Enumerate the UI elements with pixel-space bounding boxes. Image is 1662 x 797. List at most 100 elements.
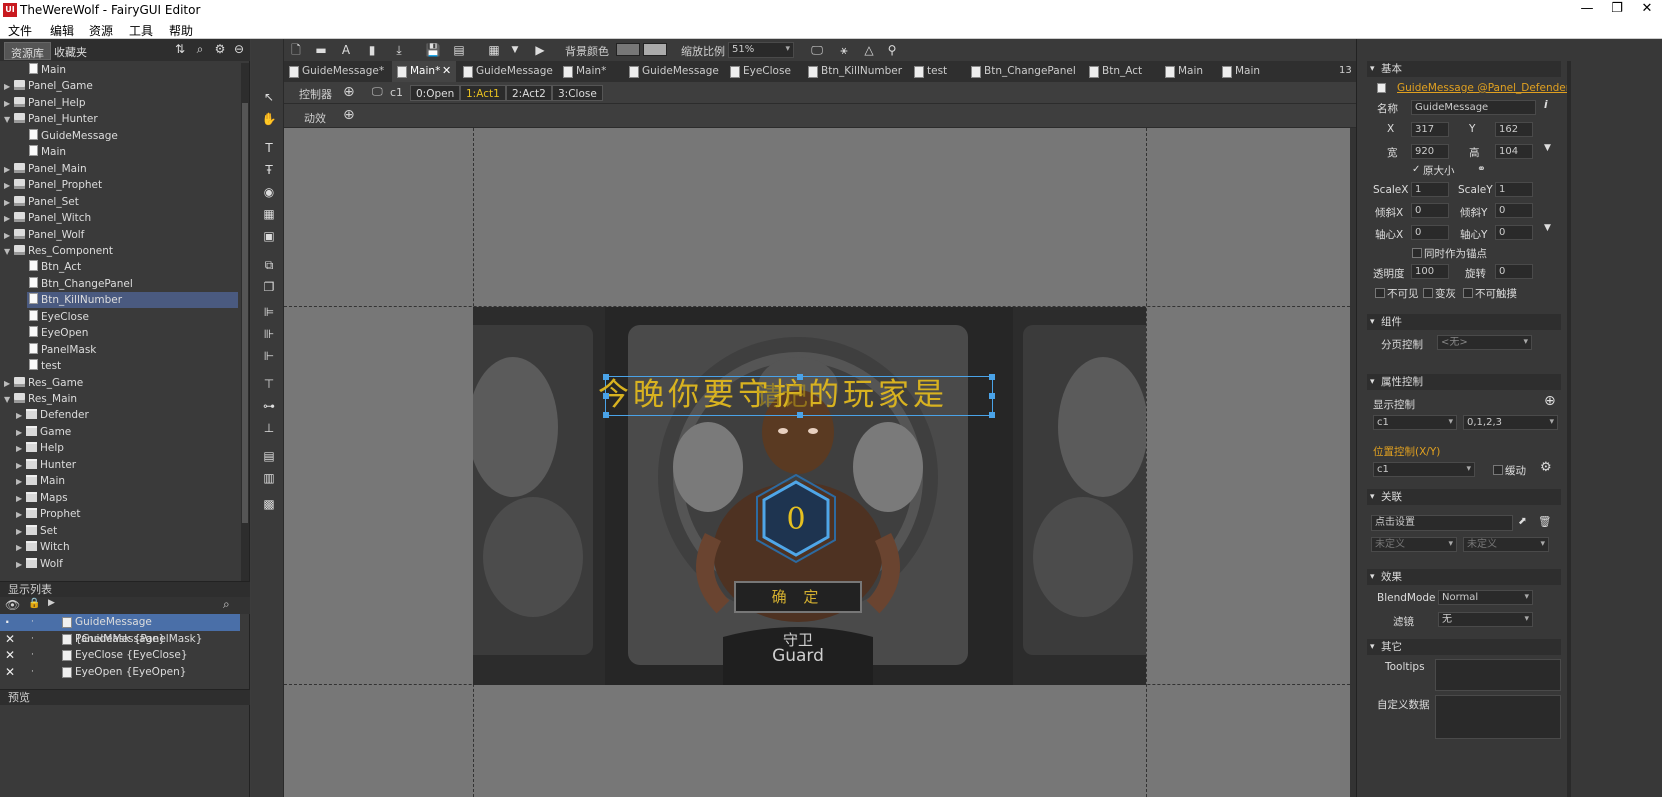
tree-item-component[interactable]: Btn_Act (27, 259, 238, 275)
tree-item-folder[interactable]: ▶ Set (16, 523, 238, 539)
close-window-icon[interactable]: ✕ (1632, 1, 1662, 16)
editor-canvas[interactable]: 0 确 定 守卫 Guard 今晚你要守护的玩家是 请记 (284, 128, 1350, 797)
refresh-icon[interactable]: ⇅ (173, 42, 187, 56)
tree-item-package[interactable]: ▶ Panel_Main (4, 161, 238, 177)
name-field[interactable]: GuideMessage (1411, 100, 1536, 115)
tab-overflow-count[interactable]: 13 (1339, 65, 1352, 76)
tree-item-package[interactable]: ▶ Panel_Prophet (4, 177, 238, 193)
menu-help[interactable]: 帮助 (169, 22, 193, 39)
visibility-toggle[interactable]: ✕ (5, 664, 17, 681)
expand-arrow-icon[interactable]: ▶ (16, 491, 26, 507)
doc-tab[interactable]: GuideMessage (458, 61, 553, 82)
save-icon[interactable]: 💾 (425, 42, 441, 58)
section-gear[interactable]: 属性控制 (1367, 374, 1561, 390)
hand-tool-icon[interactable]: ✋ (261, 111, 277, 127)
display-list-item[interactable]: · · GuideMessage {GuideMessage} (0, 614, 240, 645)
tab-favorites[interactable]: 收藏夹 (48, 42, 93, 60)
section-component[interactable]: 组件 (1367, 314, 1561, 330)
bg-color-swatch-1[interactable] (616, 43, 640, 56)
link-icon[interactable]: ⚭ (1477, 163, 1486, 175)
same-width-icon[interactable]: ▤ (261, 448, 277, 464)
doc-tab[interactable]: Main (1217, 61, 1267, 82)
add-gear-icon[interactable]: ⊕ (1544, 393, 1556, 409)
ctrl-page-0[interactable]: 0:Open (410, 85, 461, 101)
tab-library[interactable]: 资源库 (4, 42, 51, 60)
tree-item-component[interactable]: Main (27, 62, 238, 78)
display-list-item[interactable]: ✕ · EyeClose {EyeClose} (0, 647, 240, 664)
menu-file[interactable]: 文件 (8, 22, 32, 39)
tree-item-component[interactable]: PanelMask (27, 342, 238, 358)
preview-header[interactable]: 预览 (0, 689, 250, 705)
gray-check[interactable] (1423, 288, 1433, 298)
zoom-select[interactable]: 51% (728, 42, 794, 58)
tree-item-folder[interactable]: ▶ Defender (16, 407, 238, 423)
section-other[interactable]: 其它 (1367, 639, 1561, 655)
tree-item-folder[interactable]: ▶ Game (16, 424, 238, 440)
relation-type-2[interactable]: 未定义 (1463, 537, 1549, 552)
same-height-icon[interactable]: ▥ (261, 470, 277, 486)
graph-tool-icon[interactable]: ◉ (261, 184, 277, 200)
tree-item-component[interactable]: EyeClose (27, 309, 238, 325)
ctrl-page-2[interactable]: 2:Act2 (506, 85, 552, 101)
film-icon[interactable]: ▮ (364, 42, 380, 58)
tree-item-package[interactable]: ▶ Panel_Game (4, 78, 238, 94)
expand-arrow-icon[interactable]: ▶ (16, 441, 26, 457)
minimize-icon[interactable]: — (1572, 1, 1602, 16)
text-tool-icon[interactable]: T (261, 140, 277, 156)
object-link[interactable]: GuideMessage @Panel_Defender (1397, 82, 1570, 94)
expand-arrow-icon[interactable]: ▶ (16, 507, 26, 523)
resize-handle[interactable] (603, 393, 609, 399)
untouchable-check[interactable] (1463, 288, 1473, 298)
tree-item-folder[interactable]: ▶ Wolf (16, 556, 238, 572)
expand-arrow-icon[interactable]: ▼ (4, 112, 14, 128)
richtext-tool-icon[interactable]: Ŧ (261, 162, 277, 178)
lock-toggle[interactable]: · (31, 647, 34, 664)
font-icon[interactable]: A (338, 42, 354, 58)
visibility-toggle[interactable]: ✕ (5, 647, 17, 664)
lock-toggle[interactable]: · (31, 631, 34, 648)
add-transition-icon[interactable]: ⊕ (343, 107, 355, 123)
search-icon[interactable]: ⌕ (223, 597, 230, 612)
align-top-icon[interactable]: ⊤ (261, 376, 277, 392)
height-field[interactable]: 104 (1495, 144, 1533, 159)
resize-handle[interactable] (989, 412, 995, 418)
doc-tab[interactable]: Main* (558, 61, 620, 82)
close-tab-icon[interactable]: ✕ (442, 64, 451, 77)
tree-item-folder[interactable]: ▶ Help (16, 440, 238, 456)
align-right-icon[interactable]: ⊩ (261, 348, 277, 364)
selected-guidemessage[interactable]: 今晚你要守护的玩家是 请记 (598, 374, 995, 418)
expand-arrow-icon[interactable]: ▶ (16, 408, 26, 424)
tree-item-package[interactable]: ▶ Res_Game (4, 375, 238, 391)
pin-icon[interactable]: ⚲ (884, 42, 900, 58)
device-icon[interactable]: 🖵 (809, 42, 825, 58)
tree-item-package[interactable]: ▶ Panel_Help (4, 95, 238, 111)
list-tool-icon[interactable]: ▦ (261, 206, 277, 222)
expand-arrow-icon[interactable]: ▶ (4, 211, 14, 227)
expand-arrow-icon[interactable]: ▶ (16, 458, 26, 474)
resize-handle[interactable] (603, 374, 609, 380)
tree-item-package[interactable]: ▼ Res_Main (4, 391, 238, 407)
doc-tab[interactable]: EyeClose (725, 61, 795, 82)
lock-icon[interactable]: 🔒 (28, 598, 40, 609)
tree-item-package[interactable]: ▶ Panel_Wolf (4, 227, 238, 243)
tree-item-component[interactable]: GuideMessage (27, 128, 238, 144)
expand-arrow-icon[interactable]: ▶ (4, 195, 14, 211)
loader-tool-icon[interactable]: ▣ (261, 228, 277, 244)
relation-target[interactable]: 点击设置 (1371, 515, 1513, 531)
scalex-field[interactable]: 1 (1411, 182, 1449, 197)
tree-item-component[interactable]: test (27, 358, 238, 374)
section-relation[interactable]: 关联 (1367, 489, 1561, 505)
inspector-scrollbar[interactable] (1567, 61, 1571, 797)
tree-item-folder[interactable]: ▶ Main (16, 473, 238, 489)
doc-tab[interactable]: Btn_ChangePanel (966, 61, 1076, 82)
filter-select[interactable]: 无 (1438, 612, 1533, 627)
expand-arrow-icon[interactable]: ▼ (4, 244, 14, 260)
tree-item-folder[interactable]: ▶ Maps (16, 490, 238, 506)
tree-item-package[interactable]: ▶ Panel_Witch (4, 210, 238, 226)
menu-tools[interactable]: 工具 (129, 22, 153, 39)
resize-handle[interactable] (797, 412, 803, 418)
expand-arrow-icon[interactable]: ▶ (4, 79, 14, 95)
search-icon[interactable]: ⌕ (193, 42, 207, 56)
expand-arrow-icon[interactable]: ▼ (4, 392, 14, 408)
tree-item-component[interactable]: Btn_ChangePanel (27, 276, 238, 292)
